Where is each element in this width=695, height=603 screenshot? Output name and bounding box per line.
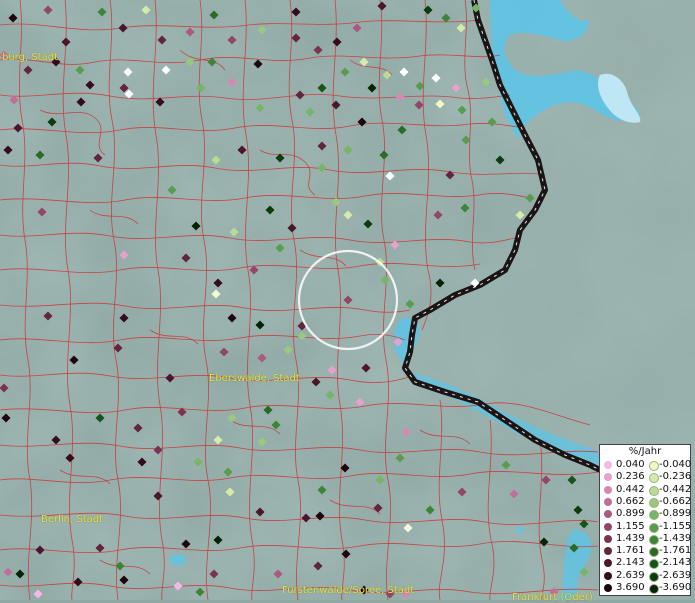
map-canvas[interactable] (0, 0, 695, 600)
legend-swatch-positive (604, 559, 612, 568)
legend-label-positive: 2.639 (616, 569, 645, 581)
label-berlin: Berlin, Stadt (41, 514, 104, 525)
legend-row: 3.690 -3.690 (602, 582, 692, 594)
legend-label-positive: 0.040 (616, 459, 645, 470)
legend-swatch-positive (604, 571, 612, 580)
legend: %/Jahr 0.040 -0.040 0.236 -0.236 0.442 -0.442… (599, 444, 691, 596)
legend-swatch-negative (649, 485, 659, 496)
legend-label-positive: 0.662 (616, 495, 645, 507)
legend-label-negative: -0.662 (659, 495, 692, 507)
legend-swatch-positive (604, 584, 612, 592)
label-brandenburg: burg, Stadt (2, 52, 58, 63)
legend-title: %/Jahr (628, 446, 662, 457)
legend-swatch-negative (649, 473, 659, 484)
legend-row: 1.155 -1.155 (602, 520, 692, 533)
legend-label-negative: -2.143 (659, 557, 692, 569)
legend-label-positive: 0.236 (616, 471, 645, 483)
label-frankfurt: Frankfurt (Oder) (512, 592, 593, 603)
label-fuerstenwalde: Fürstenwalde/Spree, Stadt (282, 585, 415, 596)
legend-row: 0.662 -0.662 (602, 495, 692, 508)
legend-label-positive: 0.442 (616, 483, 645, 495)
legend-row: 1.439 -1.439 (602, 532, 692, 545)
legend-swatch-positive (604, 534, 612, 543)
legend-swatch-negative (649, 547, 659, 558)
legend-swatch-negative (649, 510, 659, 521)
legend-label-negative: -0.040 (659, 459, 692, 470)
legend-row: 0.236 -0.236 (602, 471, 692, 484)
legend-label-positive: 2.143 (616, 557, 645, 569)
legend-row: 1.761 -1.761 (602, 545, 692, 558)
legend-swatch-positive (604, 461, 612, 469)
legend-swatch-positive (604, 510, 612, 519)
legend-swatch-negative (649, 571, 659, 582)
legend-swatch-positive (604, 547, 612, 556)
legend-swatch-positive (604, 522, 612, 531)
legend-swatch-positive (604, 497, 612, 506)
legend-swatch-negative (649, 559, 659, 570)
label-eberswalde: Eberswalde, Stadt (209, 373, 300, 384)
legend-label-positive: 1.439 (616, 532, 645, 544)
legend-row: 2.143 -2.143 (602, 557, 692, 570)
legend-row: 0.442 -0.442 (602, 483, 692, 496)
legend-label-negative: -1.761 (659, 545, 692, 557)
legend-label-negative: -3.690 (659, 582, 692, 593)
legend-swatch-negative (649, 461, 659, 471)
legend-label-negative: -0.236 (659, 471, 692, 483)
legend-swatch-negative (649, 534, 659, 545)
legend-row: 0.899 -0.899 (602, 508, 692, 521)
legend-label-negative: -1.439 (659, 532, 692, 544)
legend-label-negative: -0.899 (659, 508, 692, 520)
legend-label-positive: 0.899 (616, 508, 645, 520)
legend-swatch-negative (649, 497, 659, 508)
legend-swatch-negative (649, 522, 659, 533)
legend-swatch-positive (604, 473, 612, 482)
legend-label-negative: -2.639 (659, 569, 692, 581)
legend-swatch-positive (604, 485, 612, 494)
legend-row: 2.639 -2.639 (602, 569, 692, 582)
legend-row: 0.040 -0.040 (602, 459, 692, 471)
legend-label-negative: -0.442 (659, 483, 692, 495)
legend-label-negative: -1.155 (659, 520, 692, 532)
legend-label-positive: 1.761 (616, 545, 645, 557)
legend-label-positive: 1.155 (616, 520, 645, 532)
legend-swatch-negative (649, 584, 659, 594)
legend-label-positive: 3.690 (616, 582, 645, 593)
